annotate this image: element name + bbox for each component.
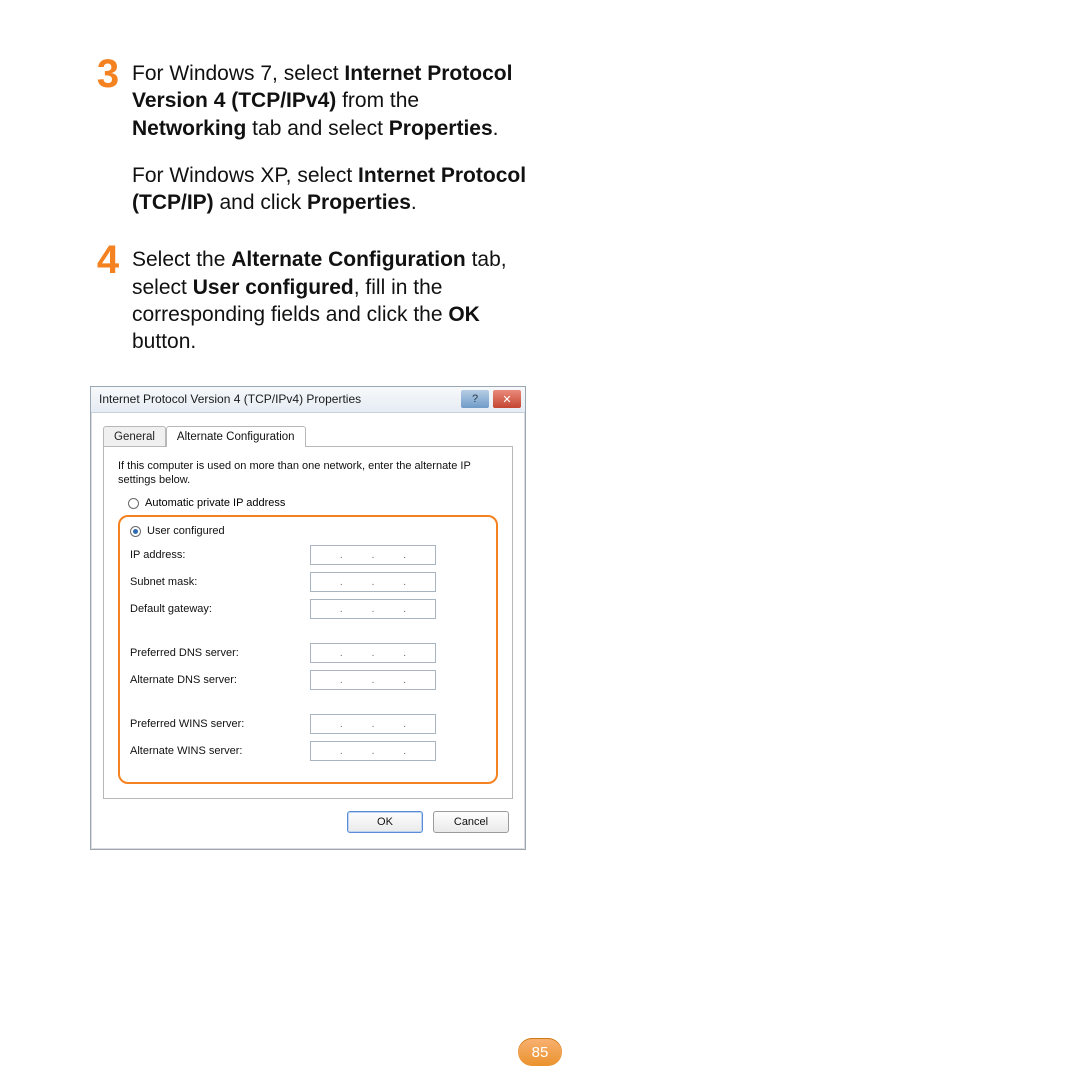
tab-general[interactable]: General xyxy=(103,426,166,447)
subnet-mask-input[interactable]: ... xyxy=(310,572,436,592)
field-preferred-dns: Preferred DNS server: ... xyxy=(130,643,486,663)
user-configured-highlight: User configured IP address: ... Subnet m… xyxy=(118,515,498,784)
step-3-body: For Windows 7, select Internet Protocol … xyxy=(132,60,532,216)
panel-note: If this computer is used on more than on… xyxy=(118,459,498,488)
close-button[interactable]: ✕ xyxy=(493,390,521,408)
step-3: 3 For Windows 7, select Internet Protoco… xyxy=(90,60,990,216)
field-ip-address: IP address: ... xyxy=(130,545,486,565)
radio-automatic-private-ip[interactable]: Automatic private IP address xyxy=(128,497,498,509)
alternate-wins-input[interactable]: ... xyxy=(310,741,436,761)
step-4-number: 4 xyxy=(90,240,126,280)
radio-icon-selected xyxy=(130,526,141,537)
close-icon: ✕ xyxy=(502,393,511,406)
step-4-body: Select the Alternate Configuration tab, … xyxy=(132,246,532,355)
page-number-badge: 85 xyxy=(518,1038,562,1066)
step-3-number: 3 xyxy=(90,54,126,94)
preferred-dns-input[interactable]: ... xyxy=(310,643,436,663)
tcpip-properties-dialog: Internet Protocol Version 4 (TCP/IPv4) P… xyxy=(90,386,526,851)
step-3-winxp: For Windows XP, select Internet Protocol… xyxy=(132,162,532,217)
titlebar-buttons: ? ✕ xyxy=(461,390,525,408)
preferred-wins-input[interactable]: ... xyxy=(310,714,436,734)
help-icon: ? xyxy=(472,393,478,405)
alternate-dns-input[interactable]: ... xyxy=(310,670,436,690)
radio-label-auto: Automatic private IP address xyxy=(145,497,285,509)
default-gateway-input[interactable]: ... xyxy=(310,599,436,619)
field-subnet-mask: Subnet mask: ... xyxy=(130,572,486,592)
dialog-title: Internet Protocol Version 4 (TCP/IPv4) P… xyxy=(99,392,361,406)
step-3-win7: For Windows 7, select Internet Protocol … xyxy=(132,60,532,142)
radio-label-user: User configured xyxy=(147,525,225,537)
radio-icon xyxy=(128,498,139,509)
step-4: 4 Select the Alternate Configuration tab… xyxy=(90,246,990,355)
cancel-button[interactable]: Cancel xyxy=(433,811,509,833)
radio-user-configured[interactable]: User configured xyxy=(130,525,486,537)
field-alternate-dns: Alternate DNS server: ... xyxy=(130,670,486,690)
field-alternate-wins: Alternate WINS server: ... xyxy=(130,741,486,761)
dialog-titlebar: Internet Protocol Version 4 (TCP/IPv4) P… xyxy=(91,387,525,413)
ok-button[interactable]: OK xyxy=(347,811,423,833)
field-preferred-wins: Preferred WINS server: ... xyxy=(130,714,486,734)
tab-alternate-configuration[interactable]: Alternate Configuration xyxy=(166,426,306,447)
dialog-button-row: OK Cancel xyxy=(103,799,513,837)
help-button[interactable]: ? xyxy=(461,390,489,408)
dialog-tabs: General Alternate Configuration xyxy=(103,425,513,446)
field-default-gateway: Default gateway: ... xyxy=(130,599,486,619)
ip-address-input[interactable]: ... xyxy=(310,545,436,565)
tab-panel-alternate: If this computer is used on more than on… xyxy=(103,446,513,800)
